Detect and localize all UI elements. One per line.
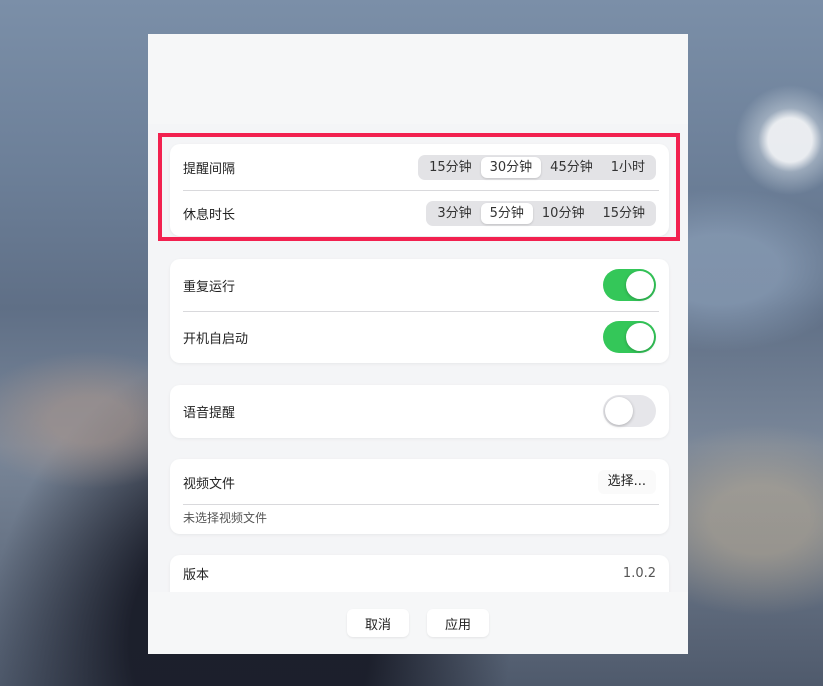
interval-option-45min[interactable]: 45分钟 xyxy=(541,157,602,178)
autostart-toggle[interactable] xyxy=(603,321,656,353)
apply-button[interactable]: 应用 xyxy=(427,609,490,637)
autostart-row: 开机自启动 xyxy=(170,311,669,363)
rest-duration-row: 休息时长 3分钟 5分钟 10分钟 15分钟 xyxy=(170,190,669,236)
repeat-toggle[interactable] xyxy=(603,269,656,301)
dialog-footer: 取消 应用 xyxy=(148,592,688,654)
dialog-header xyxy=(148,34,688,124)
video-file-status: 未选择视频文件 xyxy=(170,504,669,533)
interval-option-1hour[interactable]: 1小时 xyxy=(602,157,654,178)
voice-reminder-toggle[interactable] xyxy=(603,395,656,427)
reminder-interval-row: 提醒间隔 15分钟 30分钟 45分钟 1小时 xyxy=(170,144,669,190)
toggle-knob xyxy=(626,271,654,299)
toggle-knob xyxy=(605,397,633,425)
reminder-settings-card: 提醒间隔 15分钟 30分钟 45分钟 1小时 休息时长 3分钟 5分钟 10分… xyxy=(170,144,669,236)
version-label: 版本 xyxy=(183,567,210,583)
video-file-row: 视频文件 选择... xyxy=(170,459,669,505)
reminder-interval-label: 提醒间隔 xyxy=(183,161,236,177)
interval-option-30min[interactable]: 30分钟 xyxy=(480,156,542,178)
settings-dialog: 提醒间隔 15分钟 30分钟 45分钟 1小时 休息时长 3分钟 5分钟 10分… xyxy=(148,34,688,654)
interval-option-15min[interactable]: 15分钟 xyxy=(420,157,481,178)
video-file-label: 视频文件 xyxy=(183,476,236,492)
rest-option-5min[interactable]: 5分钟 xyxy=(480,202,533,224)
reminder-interval-segmented: 15分钟 30分钟 45分钟 1小时 xyxy=(418,154,656,180)
repeat-label: 重复运行 xyxy=(183,279,236,295)
version-row: 版本 1.0.2 xyxy=(170,555,669,591)
voice-reminder-label: 语音提醒 xyxy=(183,405,236,421)
rest-option-15min[interactable]: 15分钟 xyxy=(593,203,654,224)
general-settings-card: 重复运行 开机自启动 xyxy=(170,259,669,363)
video-settings-card: 视频文件 选择... 未选择视频文件 xyxy=(170,459,669,534)
version-value: 1.0.2 xyxy=(622,565,656,581)
rest-duration-segmented: 3分钟 5分钟 10分钟 15分钟 xyxy=(426,200,656,226)
rest-option-10min[interactable]: 10分钟 xyxy=(533,203,594,224)
rest-duration-label: 休息时长 xyxy=(183,207,236,223)
rest-option-3min[interactable]: 3分钟 xyxy=(428,203,480,224)
voice-settings-card: 语音提醒 xyxy=(170,385,669,438)
cancel-button[interactable]: 取消 xyxy=(346,609,409,637)
toggle-knob xyxy=(626,323,654,351)
choose-video-button[interactable]: 选择... xyxy=(597,470,656,494)
autostart-label: 开机自启动 xyxy=(183,331,249,347)
voice-reminder-row: 语音提醒 xyxy=(170,385,669,437)
repeat-row: 重复运行 xyxy=(170,259,669,311)
